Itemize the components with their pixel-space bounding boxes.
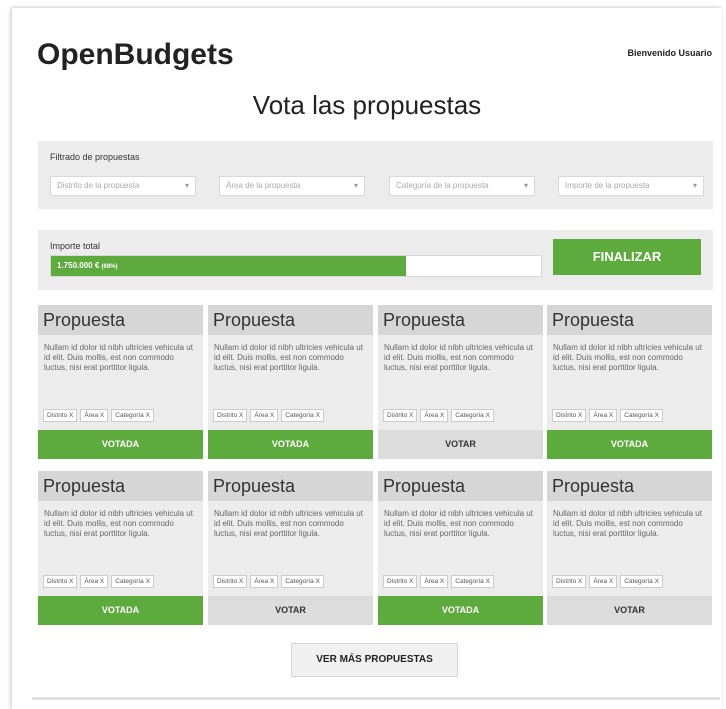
proposal-title: Propuesta bbox=[547, 305, 712, 335]
proposal-title: Propuesta bbox=[378, 305, 543, 335]
proposal-title: Propuesta bbox=[378, 471, 543, 501]
proposal-description: Nullam id dolor id nibh ultricies vehicu… bbox=[384, 509, 533, 538]
proposal-tag: Distrito X bbox=[43, 409, 78, 422]
budget-amount-text: 1.750.000 € (68%) bbox=[57, 261, 118, 270]
proposal-description: Nullam id dolor id nibh ultricies vehicu… bbox=[553, 343, 702, 372]
proposal-tag: Distrito X bbox=[213, 409, 248, 422]
proposal-description: Nullam id dolor id nibh ultricies vehicu… bbox=[44, 343, 193, 372]
budget-amount: 1.750.000 € bbox=[57, 261, 100, 270]
budget-progress-bar: 1.750.000 € (68%) bbox=[50, 255, 542, 277]
proposal-card: Propuesta Nullam id dolor id nibh ultrici… bbox=[547, 305, 712, 459]
category-filter-placeholder: Categoría de la propuesta bbox=[396, 181, 489, 190]
voted-button[interactable]: VOTADA bbox=[38, 430, 203, 459]
proposal-tag: Distrito X bbox=[383, 575, 418, 588]
proposal-tags: Distrito X Área X Categoría X bbox=[213, 570, 327, 588]
district-filter-placeholder: Distrito de la propuesta bbox=[57, 181, 140, 190]
proposal-tag: Área X bbox=[589, 409, 618, 422]
proposal-title: Propuesta bbox=[38, 305, 203, 335]
filters-label: Filtrado de propuestas bbox=[50, 152, 140, 162]
proposal-card: Propuesta Nullam id dolor id nibh ultrici… bbox=[208, 305, 373, 459]
proposal-tags: Distrito X Área X Categoría X bbox=[552, 570, 666, 588]
proposal-tag: Área X bbox=[589, 575, 618, 588]
proposal-tag: Categoría X bbox=[620, 575, 663, 588]
proposal-tags: Distrito X Área X Categoría X bbox=[552, 404, 666, 422]
filters-panel: Filtrado de propuestas Distrito de la pr… bbox=[38, 141, 713, 209]
chevron-down-icon: ▾ bbox=[184, 181, 189, 190]
voted-button[interactable]: VOTADA bbox=[38, 596, 203, 625]
proposal-tag: Distrito X bbox=[552, 575, 587, 588]
proposal-card: Propuesta Nullam id dolor id nibh ultrici… bbox=[208, 471, 373, 625]
proposal-title: Propuesta bbox=[547, 471, 712, 501]
proposal-description: Nullam id dolor id nibh ultricies vehicu… bbox=[553, 509, 702, 538]
finalize-button[interactable]: FINALIZAR bbox=[553, 239, 701, 275]
welcome-user[interactable]: Bienvenido Usuario bbox=[627, 48, 712, 58]
proposal-tags: Distrito X Área X Categoría X bbox=[43, 404, 157, 422]
proposal-tag: Distrito X bbox=[552, 409, 587, 422]
chevron-down-icon: ▾ bbox=[523, 181, 528, 190]
area-filter-select[interactable]: Área de la propuesta ▾ bbox=[219, 176, 365, 196]
chevron-down-icon: ▾ bbox=[692, 181, 697, 190]
footer-divider bbox=[32, 697, 720, 700]
proposal-description: Nullam id dolor id nibh ultricies vehicu… bbox=[44, 509, 193, 538]
proposal-tag: Área X bbox=[420, 409, 449, 422]
proposal-tag: Área X bbox=[80, 409, 109, 422]
proposal-tag: Distrito X bbox=[43, 575, 78, 588]
proposal-description: Nullam id dolor id nibh ultricies vehicu… bbox=[384, 343, 533, 372]
proposal-tag: Categoría X bbox=[111, 409, 154, 422]
proposal-card: Propuesta Nullam id dolor id nibh ultrici… bbox=[378, 471, 543, 625]
budget-panel: Importe total 1.750.000 € (68%) FINALIZA… bbox=[38, 230, 713, 290]
proposal-tag: Área X bbox=[420, 575, 449, 588]
page-title: Vota las propuestas bbox=[252, 90, 482, 120]
proposal-card: Propuesta Nullam id dolor id nibh ultrici… bbox=[547, 471, 712, 625]
proposal-tag: Área X bbox=[250, 409, 279, 422]
vote-button[interactable]: VOTAR bbox=[547, 596, 712, 625]
budget-percent: (68%) bbox=[101, 264, 118, 270]
proposal-card: Propuesta Nullam id dolor id nibh ultrici… bbox=[378, 305, 543, 459]
proposal-tags: Distrito X Área X Categoría X bbox=[213, 404, 327, 422]
amount-filter-select[interactable]: Importe de la propuesta ▾ bbox=[558, 176, 704, 196]
vote-button[interactable]: VOTAR bbox=[208, 596, 373, 625]
proposal-title: Propuesta bbox=[208, 471, 373, 501]
proposal-tag: Categoría X bbox=[281, 409, 324, 422]
proposal-tags: Distrito X Área X Categoría X bbox=[43, 570, 157, 588]
proposal-tag: Distrito X bbox=[383, 409, 418, 422]
proposal-tag: Distrito X bbox=[213, 575, 248, 588]
proposal-description: Nullam id dolor id nibh ultricies vehicu… bbox=[214, 509, 363, 538]
proposal-tag: Categoría X bbox=[620, 409, 663, 422]
proposal-tag: Área X bbox=[80, 575, 109, 588]
vote-button[interactable]: VOTAR bbox=[378, 430, 543, 459]
chevron-down-icon: ▾ bbox=[353, 181, 358, 190]
proposal-tags: Distrito X Área X Categoría X bbox=[383, 570, 497, 588]
voted-button[interactable]: VOTADA bbox=[208, 430, 373, 459]
district-filter-select[interactable]: Distrito de la propuesta ▾ bbox=[50, 176, 196, 196]
category-filter-select[interactable]: Categoría de la propuesta ▾ bbox=[389, 176, 535, 196]
proposal-tag: Categoría X bbox=[111, 575, 154, 588]
proposal-description: Nullam id dolor id nibh ultricies vehicu… bbox=[214, 343, 363, 372]
proposal-card: Propuesta Nullam id dolor id nibh ultrici… bbox=[38, 471, 203, 625]
proposal-card: Propuesta Nullam id dolor id nibh ultrici… bbox=[38, 305, 203, 459]
app-frame: OpenBudgets Bienvenido Usuario Vota las … bbox=[12, 8, 722, 709]
voted-button[interactable]: VOTADA bbox=[378, 596, 543, 625]
amount-filter-placeholder: Importe de la propuesta bbox=[565, 181, 650, 190]
proposal-tag: Categoría X bbox=[451, 409, 494, 422]
proposal-tags: Distrito X Área X Categoría X bbox=[383, 404, 497, 422]
proposal-tag: Área X bbox=[250, 575, 279, 588]
logo[interactable]: OpenBudgets bbox=[37, 38, 234, 72]
proposal-title: Propuesta bbox=[208, 305, 373, 335]
proposal-tag: Categoría X bbox=[451, 575, 494, 588]
proposal-title: Propuesta bbox=[38, 471, 203, 501]
proposal-tag: Categoría X bbox=[281, 575, 324, 588]
area-filter-placeholder: Área de la propuesta bbox=[226, 181, 301, 190]
more-proposals-button[interactable]: VER MÁS PROPUESTAS bbox=[291, 643, 458, 677]
voted-button[interactable]: VOTADA bbox=[547, 430, 712, 459]
budget-label: Importe total bbox=[50, 241, 101, 251]
